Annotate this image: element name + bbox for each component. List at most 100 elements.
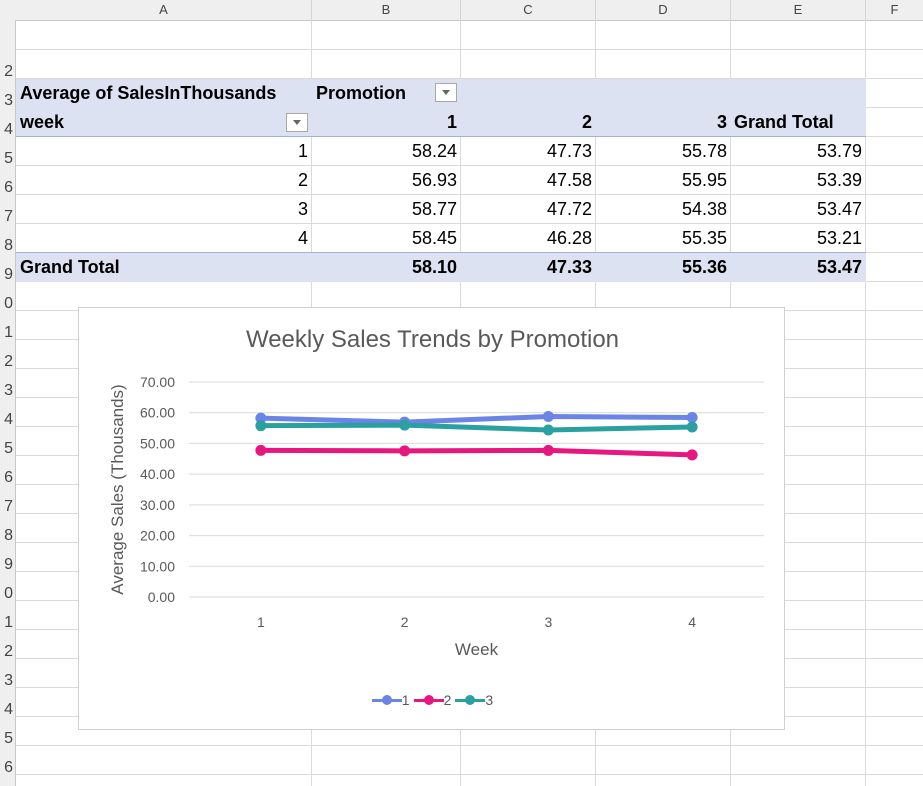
pivot-row-label[interactable]: 4 <box>16 224 308 253</box>
pivot-cell[interactable]: 58.24 <box>312 137 457 166</box>
pivot-grand-total-label[interactable]: Grand Total <box>20 253 120 282</box>
row-number[interactable]: 1 <box>4 318 13 347</box>
x-tick-label: 4 <box>688 614 696 630</box>
row-header-bar: 2 3 4 5 6 7 8 9 0 1 2 3 4 5 6 7 8 9 0 1 … <box>0 20 16 786</box>
row-number[interactable]: 7 <box>4 492 13 521</box>
pivot-cell[interactable]: 47.72 <box>461 195 592 224</box>
row-number[interactable]: 5 <box>4 144 13 173</box>
row-number[interactable]: 7 <box>4 202 13 231</box>
pivot-cell[interactable]: 55.78 <box>596 137 727 166</box>
pivot-cell[interactable]: 55.35 <box>596 224 727 253</box>
legend-marker-icon <box>371 693 402 707</box>
pivot-row-label[interactable]: 2 <box>16 166 308 195</box>
row-number[interactable]: 1 <box>4 608 13 637</box>
pivot-cell[interactable]: 53.39 <box>731 166 862 195</box>
x-tick-label: 2 <box>401 614 409 630</box>
x-tick-label: 3 <box>544 614 552 630</box>
row-number[interactable]: 6 <box>4 173 13 202</box>
column-header-c[interactable]: C <box>461 0 596 20</box>
y-tick-label: 40.00 <box>140 466 175 482</box>
pivot-grand-total-cell[interactable]: 53.47 <box>731 253 862 282</box>
column-header-e[interactable]: E <box>731 0 866 20</box>
column-header-bar: A B C D E F <box>0 0 923 21</box>
row-number[interactable]: 8 <box>4 231 13 260</box>
pivot-cell[interactable]: 47.73 <box>461 137 592 166</box>
pivot-cell[interactable]: 53.47 <box>731 195 862 224</box>
row-number[interactable]: 2 <box>4 57 13 86</box>
x-axis-title: Week <box>455 640 499 659</box>
pivot-grand-total-cell[interactable]: 58.10 <box>312 253 457 282</box>
row-number[interactable]: 3 <box>4 86 13 115</box>
pivot-cell[interactable]: 53.79 <box>731 137 862 166</box>
row-number[interactable]: 9 <box>4 550 13 579</box>
data-point <box>399 445 411 457</box>
legend-item[interactable]: 3 <box>455 692 493 708</box>
pivot-cell[interactable]: 58.77 <box>312 195 457 224</box>
series-line-2 <box>258 447 695 458</box>
row-number[interactable]: 4 <box>4 695 13 724</box>
column-header-b[interactable]: B <box>312 0 461 20</box>
row-number[interactable]: 3 <box>4 376 13 405</box>
column-header-d[interactable]: D <box>596 0 731 20</box>
row-number[interactable]: 5 <box>4 724 13 753</box>
pivot-cell[interactable]: 47.58 <box>461 166 592 195</box>
legend-item[interactable]: 2 <box>413 692 451 708</box>
y-tick-label: 50.00 <box>140 435 175 451</box>
pivot-cell[interactable]: 56.93 <box>312 166 457 195</box>
row-number[interactable]: 4 <box>4 405 13 434</box>
pivot-column-key-2: 2 <box>581 112 592 132</box>
row-number[interactable]: 2 <box>4 637 13 666</box>
series-line-3 <box>258 422 695 433</box>
row-number[interactable]: 0 <box>4 289 13 318</box>
pivot-column-key-1: 1 <box>446 112 457 132</box>
pivot-column-field-label: Promotion <box>316 83 406 103</box>
y-tick-label: 60.00 <box>140 405 175 421</box>
chevron-down-icon <box>442 90 450 95</box>
y-tick-label: 70.00 <box>140 374 175 390</box>
data-point <box>542 410 554 422</box>
row-number[interactable]: 0 <box>4 579 13 608</box>
chevron-down-icon <box>293 120 301 125</box>
column-header-f[interactable]: F <box>866 0 923 20</box>
row-number[interactable]: 8 <box>4 521 13 550</box>
y-tick-label: 20.00 <box>140 528 175 544</box>
pivot-cell[interactable]: 55.95 <box>596 166 727 195</box>
x-tick-label: 1 <box>257 614 265 630</box>
series-line-1 <box>258 413 695 425</box>
row-number[interactable]: 3 <box>4 666 13 695</box>
row-number[interactable]: 5 <box>4 434 13 463</box>
data-point <box>255 420 267 432</box>
week-filter-dropdown-button[interactable] <box>286 113 308 132</box>
y-axis-title: Average Sales (Thousands) <box>108 384 127 594</box>
pivot-row-label[interactable]: 1 <box>16 137 308 166</box>
pivot-row-label[interactable]: 3 <box>16 195 308 224</box>
pivot-grand-total-cell[interactable]: 47.33 <box>461 253 592 282</box>
pivot-row-field-label: week <box>20 112 65 132</box>
data-point <box>399 419 411 431</box>
row-number[interactable]: 6 <box>4 463 13 492</box>
pivot-cell[interactable]: 54.38 <box>596 195 727 224</box>
row-number[interactable]: 6 <box>4 753 13 782</box>
legend-label: 3 <box>485 692 494 708</box>
pivot-cell[interactable]: 53.21 <box>731 224 862 253</box>
row-number[interactable]: 9 <box>4 260 13 289</box>
chart-legend[interactable]: 1 2 3 <box>79 692 786 710</box>
data-point <box>686 421 698 433</box>
data-point <box>255 444 267 456</box>
y-tick-label: 10.00 <box>140 558 175 574</box>
pivot-cell[interactable]: 46.28 <box>461 224 592 253</box>
row-number[interactable]: 2 <box>4 347 13 376</box>
row-number[interactable]: 4 <box>4 115 13 144</box>
data-point <box>542 424 554 436</box>
line-chart[interactable]: Weekly Sales Trends by Promotion 0.00 10.… <box>78 307 785 730</box>
data-point <box>686 449 698 461</box>
pivot-grand-total-header: Grand Total <box>734 112 834 132</box>
column-header-a[interactable]: A <box>16 0 312 20</box>
legend-item[interactable]: 1 <box>371 692 410 708</box>
legend-marker-icon <box>455 693 486 707</box>
pivot-grand-total-cell[interactable]: 55.36 <box>596 253 727 282</box>
pivot-cell[interactable]: 58.45 <box>312 224 457 253</box>
pivot-values-label: Average of SalesInThousands <box>20 83 277 103</box>
pivot-column-key-3: 3 <box>716 112 727 132</box>
promotion-filter-dropdown-button[interactable] <box>435 83 457 102</box>
